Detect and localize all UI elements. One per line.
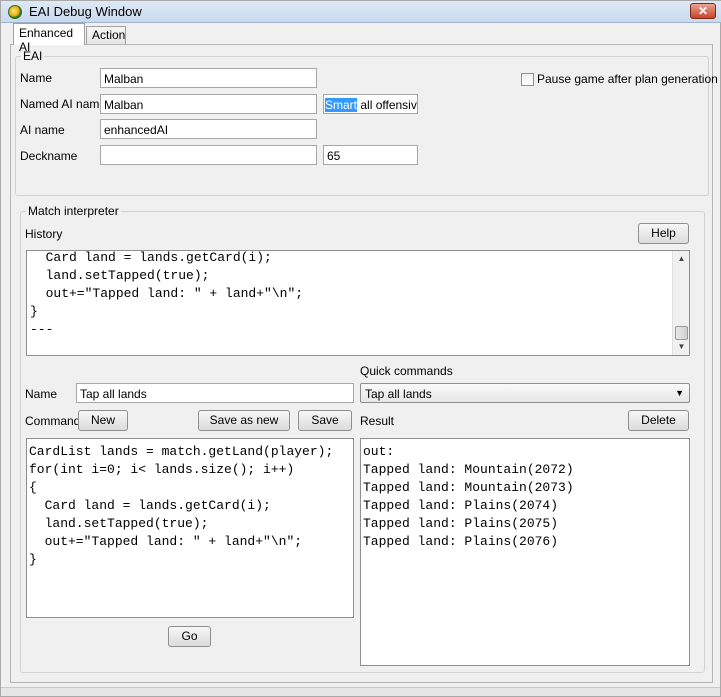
command-line: for(int i=0; i< lands.size(); i++) bbox=[29, 462, 295, 477]
deckname-field[interactable] bbox=[100, 145, 317, 165]
command-name-field[interactable]: Tap all lands bbox=[76, 383, 354, 403]
command-line: Card land = lands.getCard(i); bbox=[29, 498, 271, 513]
status-strip bbox=[1, 687, 720, 696]
quick-commands-label: Quick commands bbox=[360, 364, 453, 378]
named-ai-name-field[interactable]: Malban bbox=[100, 94, 317, 114]
eai-debug-window: EAI Debug Window ✕ Enhanced AI Action EA… bbox=[0, 0, 721, 697]
new-button[interactable]: New bbox=[78, 410, 128, 431]
go-button[interactable]: Go bbox=[168, 626, 211, 647]
result-line: Tapped land: Mountain(2073) bbox=[363, 480, 574, 495]
ai-mode-selected-text: Smart bbox=[325, 98, 358, 112]
match-interpreter-label: Match interpreter bbox=[26, 204, 121, 218]
deck-number-field[interactable]: 65 bbox=[323, 145, 418, 165]
name-label: Name bbox=[20, 71, 53, 85]
history-line: out+="Tapped land: " + land+"\n"; bbox=[30, 286, 304, 301]
ai-name-field[interactable]: enhancedAI bbox=[100, 119, 317, 139]
ai-mode-field[interactable]: Smart all offensive bbox=[323, 94, 418, 114]
app-icon bbox=[8, 5, 22, 19]
history-line: land.setTapped(true); bbox=[30, 268, 210, 283]
save-as-new-button[interactable]: Save as new bbox=[198, 410, 290, 431]
result-textarea[interactable]: out: Tapped land: Mountain(2072) Tapped … bbox=[360, 438, 690, 666]
result-line: out: bbox=[363, 444, 395, 459]
quick-commands-selected: Tap all lands bbox=[365, 387, 432, 401]
history-scrollbar[interactable]: ▲ ▼ bbox=[672, 251, 689, 355]
ai-mode-rest-text: all offensive bbox=[357, 98, 418, 112]
result-line: Tapped land: Plains(2075) bbox=[363, 516, 559, 531]
result-label: Result bbox=[360, 414, 395, 428]
command-line: { bbox=[29, 480, 37, 495]
save-button[interactable]: Save bbox=[298, 410, 352, 431]
pause-game-checkbox[interactable] bbox=[521, 73, 534, 86]
command-line: CardList lands = match.getLand(player); bbox=[29, 444, 334, 459]
close-button[interactable]: ✕ bbox=[690, 3, 716, 19]
deckname-label: Deckname bbox=[20, 149, 78, 163]
result-line: Tapped land: Mountain(2072) bbox=[363, 462, 574, 477]
command-line: land.setTapped(true); bbox=[29, 516, 209, 531]
scroll-thumb[interactable] bbox=[675, 326, 688, 340]
window-title: EAI Debug Window bbox=[29, 4, 142, 19]
name-field[interactable]: Malban bbox=[100, 68, 317, 88]
title-bar[interactable]: EAI Debug Window ✕ bbox=[1, 1, 721, 23]
help-button[interactable]: Help bbox=[638, 223, 689, 244]
history-label: History bbox=[25, 227, 63, 241]
result-line: Tapped land: Plains(2074) bbox=[363, 498, 559, 513]
quick-commands-select[interactable]: Tap all lands ▼ bbox=[360, 383, 690, 403]
command-line: } bbox=[29, 552, 37, 567]
history-line: } bbox=[30, 304, 38, 319]
command-editor[interactable]: CardList lands = match.getLand(player); … bbox=[26, 438, 354, 618]
scroll-down-icon[interactable]: ▼ bbox=[673, 342, 689, 351]
pause-game-label: Pause game after plan generation bbox=[537, 72, 718, 86]
delete-button[interactable]: Delete bbox=[628, 410, 689, 431]
history-line: Card land = lands.getCard(i); bbox=[30, 250, 272, 265]
tab-enhanced-ai[interactable]: Enhanced AI bbox=[13, 23, 85, 54]
history-line: --- bbox=[30, 322, 54, 337]
ai-name-label: AI name bbox=[20, 123, 65, 137]
scroll-up-icon[interactable]: ▲ bbox=[673, 254, 689, 263]
named-ai-name-label: Named AI name bbox=[20, 97, 107, 111]
history-textarea[interactable]: Card land = lands.getCard(i); land.setTa… bbox=[26, 250, 690, 356]
chevron-down-icon: ▼ bbox=[675, 388, 684, 398]
command-label: Command bbox=[25, 414, 81, 428]
command-line: out+="Tapped land: " + land+"\n"; bbox=[29, 534, 303, 549]
result-line: Tapped land: Plains(2076) bbox=[363, 534, 559, 549]
tab-action[interactable]: Action bbox=[86, 26, 126, 44]
command-name-label: Name bbox=[25, 387, 58, 401]
